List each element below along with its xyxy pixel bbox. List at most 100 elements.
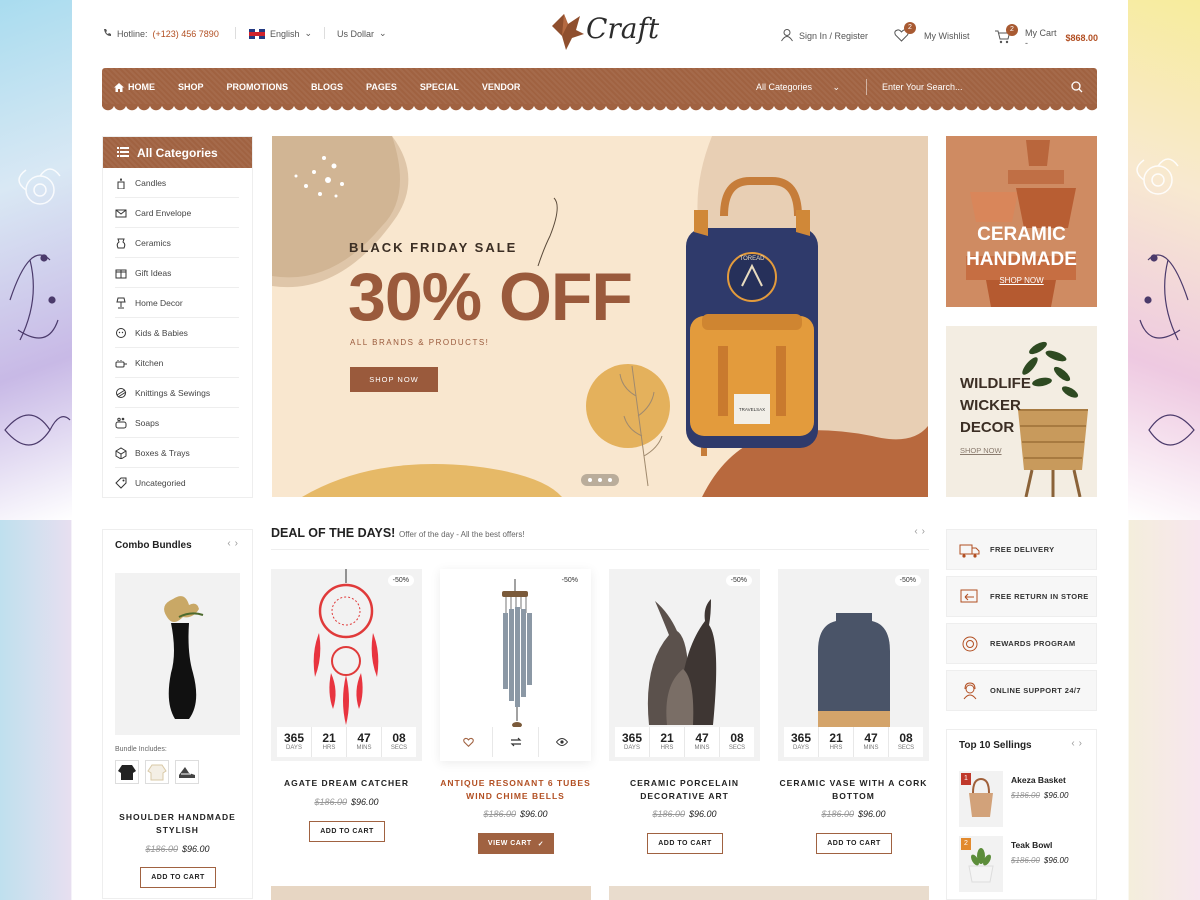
chevron-left-icon[interactable]: ‹ xyxy=(227,538,234,549)
nav-item-special[interactable]: SPECIAL xyxy=(420,82,459,92)
timer-unit: SECS xyxy=(728,745,746,751)
service-free-return: FREE RETURN IN STORE xyxy=(946,576,1097,617)
search-icon[interactable] xyxy=(1071,80,1083,98)
add-to-cart-button[interactable]: ADD TO CART xyxy=(309,821,385,842)
product-name[interactable]: CERAMIC VASE WITH A CORK BOTTOM xyxy=(778,777,929,803)
product-name[interactable]: AGATE DREAM CATCHER xyxy=(271,777,422,790)
nav-item-promotions[interactable]: PROMOTIONS xyxy=(227,82,289,92)
view-cart-button[interactable]: VIEW CART ✓ xyxy=(478,833,554,854)
cart-icon: 2 xyxy=(994,24,1018,46)
top-selling-item[interactable]: 1 Akeza Basket $186.00 $96.00 xyxy=(959,771,1089,827)
slide-dot[interactable] xyxy=(588,478,592,482)
hero-shop-now-button[interactable]: SHOP NOW xyxy=(350,367,438,392)
bundle-item-sweater[interactable] xyxy=(115,760,139,784)
bundle-item-shoes[interactable] xyxy=(175,760,199,784)
category-item-kitchen[interactable]: Kitchen xyxy=(115,348,239,378)
add-to-cart-button[interactable]: ADD TO CART xyxy=(647,833,723,854)
ceramic-banner-title: CERAMIC HANDMADE xyxy=(966,224,1077,270)
chevron-right-icon[interactable]: › xyxy=(922,526,929,537)
product-image[interactable]: -50% 365 DAYS 21 HRS 47 MINS 08 SECS xyxy=(609,569,760,761)
countdown-timer: 365 DAYS 21 HRS 47 MINS 08 SECS xyxy=(277,727,416,757)
timer-unit: DAYS xyxy=(624,745,640,751)
chevron-right-icon[interactable]: › xyxy=(235,538,242,549)
new-price: $96.00 xyxy=(1043,791,1069,800)
top-sellings-arrows[interactable]: ‹› xyxy=(1071,738,1086,749)
combo-add-to-cart-button[interactable]: ADD TO CART xyxy=(140,867,216,888)
product-price: $186.00 $96.00 xyxy=(609,809,760,819)
category-item-home-decor[interactable]: Home Decor xyxy=(115,288,239,318)
product-name[interactable]: ANTIQUE RESONANT 6 TUBES WIND CHIME BELL… xyxy=(440,777,591,803)
product-price: $186.00 $96.00 xyxy=(271,797,422,807)
eye-icon xyxy=(556,738,569,746)
combo-product-image[interactable] xyxy=(115,573,240,735)
kitchen-icon xyxy=(115,359,127,367)
category-item-card-envelope[interactable]: Card Envelope xyxy=(115,198,239,228)
top-selling-name[interactable]: Akeza Basket xyxy=(1011,775,1066,785)
chevron-right-icon[interactable]: › xyxy=(1079,738,1086,749)
deal-carousel-arrows[interactable]: ‹› xyxy=(914,526,929,537)
timer-unit: MINS xyxy=(694,745,710,751)
top-selling-name[interactable]: Teak Bowl xyxy=(1011,840,1052,850)
product-image[interactable]: -50% xyxy=(440,569,591,761)
bottom-banner[interactable] xyxy=(271,886,591,900)
hotline-number[interactable]: (+123) 456 7890 xyxy=(153,29,219,39)
nav-item-shop[interactable]: SHOP xyxy=(178,82,204,92)
combo-product-name[interactable]: SHOULDER HANDMADE STYLISH xyxy=(103,811,252,837)
chevron-left-icon[interactable]: ‹ xyxy=(1071,738,1078,749)
category-item-candles[interactable]: Candles xyxy=(115,168,239,198)
ceramic-shop-now-link[interactable]: SHOP NOW xyxy=(946,276,1097,285)
currency-label: Us Dollar xyxy=(337,28,375,39)
product-image[interactable]: -50% 365 DAYS 21 HRS 47 MINS 08 SECS xyxy=(271,569,422,761)
nav-item-blogs[interactable]: BLOGS xyxy=(311,82,343,92)
top-selling-item[interactable]: 2 Teak Bowl $186.00 $96.00 xyxy=(959,836,1089,892)
chevron-left-icon[interactable]: ‹ xyxy=(914,526,921,537)
slide-dot[interactable] xyxy=(598,478,602,482)
compare-button[interactable] xyxy=(493,727,540,757)
ceramic-handmade-banner[interactable]: CERAMIC HANDMADE SHOP NOW xyxy=(946,136,1097,307)
list-icon xyxy=(117,146,129,160)
timer-hours: 21 HRS xyxy=(819,727,854,757)
slide-dot[interactable] xyxy=(608,478,612,482)
wishlist-button[interactable] xyxy=(446,727,493,757)
wishlist-link[interactable]: 2 My Wishlist xyxy=(894,22,970,44)
new-price: $96.00 xyxy=(520,809,548,819)
language-label: English xyxy=(270,28,300,39)
category-item-knittings-sewings[interactable]: Knittings & Sewings xyxy=(115,378,239,408)
cart-link[interactable]: 2 My Cart - $868.00 xyxy=(994,24,1098,48)
bundle-item-shirt[interactable] xyxy=(145,760,169,784)
quick-view-button[interactable] xyxy=(539,727,585,757)
product-image[interactable]: -50% 365 DAYS 21 HRS 47 MINS 08 SECS xyxy=(778,569,929,761)
timer-seconds: 08 SECS xyxy=(382,727,416,757)
category-item-soaps[interactable]: Soaps xyxy=(115,408,239,438)
soap-icon xyxy=(115,417,127,428)
top-sellings-title: Top 10 Sellings xyxy=(959,740,1032,751)
currency-select[interactable]: Us Dollar ⌄ xyxy=(337,28,387,39)
service-rewards: REWARDS PROGRAM xyxy=(946,623,1097,664)
timer-unit: HRS xyxy=(660,745,674,751)
old-price: $186.00 xyxy=(821,809,854,819)
category-item-ceramics[interactable]: Ceramics xyxy=(115,228,239,258)
nav-item-pages[interactable]: PAGES xyxy=(366,82,397,92)
category-select[interactable]: All Categories ⌄ xyxy=(756,82,840,93)
category-item-boxes-trays[interactable]: Boxes & Trays xyxy=(115,438,239,468)
sign-in-link[interactable]: Sign In / Register xyxy=(780,28,868,44)
category-item-uncategoried[interactable]: Uncategoried xyxy=(115,468,239,498)
language-select[interactable]: English ⌄ xyxy=(249,28,312,39)
top-bar: Hotline: (+123) 456 7890 English ⌄ Us Do… xyxy=(102,12,1098,50)
add-to-cart-button[interactable]: ADD TO CART xyxy=(816,833,892,854)
user-icon xyxy=(780,28,794,44)
slider-pagination[interactable] xyxy=(581,474,619,486)
wildlife-shop-now-link[interactable]: SHOP NOW xyxy=(960,446,1002,455)
bottom-banner[interactable] xyxy=(609,886,929,900)
nav-item-home[interactable]: HOME xyxy=(114,82,155,92)
combo-carousel-arrows[interactable]: ‹› xyxy=(227,538,242,549)
category-item-gift-ideas[interactable]: Gift Ideas xyxy=(115,258,239,288)
wildlife-wicker-banner[interactable]: WILDLIFE WICKER DECOR SHOP NOW xyxy=(946,326,1097,497)
countdown-timer: 365 DAYS 21 HRS 47 MINS 08 SECS xyxy=(784,727,923,757)
site-logo[interactable]: Craft xyxy=(550,12,660,56)
product-name[interactable]: CERAMIC PORCELAIN DECORATIVE ART xyxy=(609,777,760,803)
category-item-kids-babies[interactable]: Kids & Babies xyxy=(115,318,239,348)
home-icon xyxy=(114,82,124,92)
nav-item-vendor[interactable]: VENDOR xyxy=(482,82,521,92)
search-input[interactable] xyxy=(882,76,1062,98)
